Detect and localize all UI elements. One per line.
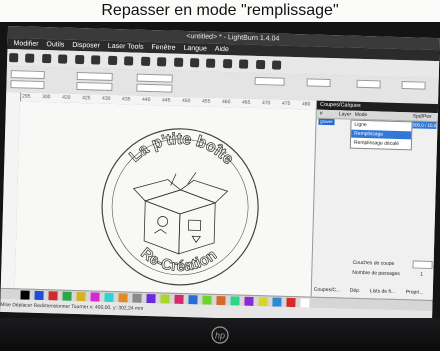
layer-speed-power: 500,0 / 10,0 [412, 121, 437, 130]
pass-count-label: Nombre de passages [352, 269, 400, 278]
palette-swatch[interactable] [216, 295, 226, 306]
menu-item-outils[interactable]: Outils [46, 39, 64, 50]
laser-icon[interactable] [255, 59, 266, 70]
ruler-tick: 435 [121, 96, 131, 103]
zoom-out-icon[interactable] [173, 57, 183, 67]
ruler-tick: 425 [82, 95, 91, 102]
logo-top-text: La p'tite boîte [126, 129, 237, 168]
ruler-tick: 470 [261, 100, 271, 107]
menu-item-modifier[interactable]: Modifier [13, 38, 38, 50]
palette-swatch[interactable] [20, 290, 30, 300]
width-percent-input[interactable] [136, 73, 173, 83]
height-percent-input[interactable] [136, 83, 173, 93]
copy-icon[interactable] [91, 55, 101, 65]
ruler-tick: 455 [201, 98, 211, 105]
tab-proprietes[interactable]: Propri... [406, 289, 424, 295]
delete-icon[interactable] [124, 56, 134, 66]
new-file-icon[interactable] [9, 53, 19, 63]
ruler-tick: 450 [181, 97, 191, 105]
palette-swatch[interactable] [132, 293, 142, 303]
monitor-screen: <untitled> * - LightBurn 1.4.04 Modifier… [0, 26, 440, 324]
tab-dep[interactable]: Dép. [350, 288, 361, 294]
palette-swatch[interactable] [300, 298, 310, 308]
undo-icon[interactable] [74, 54, 85, 65]
palette-swatch[interactable] [76, 292, 86, 302]
tools-icon[interactable] [272, 60, 282, 70]
tab-lists[interactable]: Lists de fi... [370, 288, 395, 295]
palette-swatch[interactable] [174, 294, 184, 305]
mode-option-remplissage-decale[interactable]: Remplissage décalé [351, 139, 411, 149]
font-height-input[interactable] [306, 78, 331, 88]
y-position-input[interactable] [10, 80, 45, 90]
panel-settings: Couches de coupe Nombre de passages 1 Co… [312, 255, 435, 300]
save-icon[interactable] [41, 53, 52, 64]
hspace-input[interactable] [356, 79, 381, 89]
svg-text:hp: hp [215, 331, 225, 341]
palette-swatch[interactable] [230, 296, 240, 306]
cut-count-label: Couches de coupe [352, 259, 395, 267]
zoom-fit-icon[interactable] [189, 58, 200, 68]
tab-coupes[interactable]: Coupes/C... [314, 287, 341, 294]
palette-swatch[interactable] [90, 292, 100, 302]
ruler-tick: 430 [102, 95, 111, 102]
camera-icon[interactable] [222, 59, 233, 69]
palette-swatch[interactable] [104, 292, 114, 303]
palette-swatch[interactable] [118, 293, 128, 303]
open-icon[interactable] [25, 53, 35, 63]
settings-icon[interactable] [239, 59, 249, 69]
ruler-tick: 475 [281, 100, 291, 107]
menu-item-langue[interactable]: Langue [183, 43, 207, 55]
width-input[interactable] [76, 71, 113, 81]
palette-swatch[interactable] [146, 293, 156, 304]
mode-option-remplissage[interactable]: Remplissage [351, 129, 412, 140]
ruler-tick: 295 [22, 93, 31, 100]
move-icon[interactable] [140, 56, 150, 66]
box-illustration [132, 172, 229, 255]
cuts-layers-panel: Coupes/Calques # Layer Mode Spd/Pwr grav… [310, 100, 440, 301]
zoom-in-icon[interactable] [157, 57, 167, 67]
layer-color-badge: graver [318, 118, 335, 126]
palette-swatch[interactable] [188, 295, 198, 305]
x-position-input[interactable] [10, 70, 45, 80]
ruler-tick: 480 [301, 101, 311, 108]
menu-item-fenetre[interactable]: Fenêtre [151, 42, 175, 54]
palette-swatch[interactable] [244, 296, 254, 306]
menu-item-disposer[interactable]: Disposer [72, 40, 100, 52]
palette-swatch[interactable] [34, 290, 44, 301]
design-canvas[interactable]: La p'tite boîte Re-Création [14, 101, 316, 297]
palette-swatch[interactable] [160, 294, 170, 304]
cut-count-input[interactable] [412, 260, 433, 269]
align-x-select[interactable] [401, 81, 426, 90]
logo-artwork[interactable]: La p'tite boîte Re-Création [93, 122, 268, 293]
font-select[interactable] [254, 76, 285, 86]
col-number: # [319, 110, 323, 117]
frame-icon[interactable] [206, 58, 216, 68]
height-input[interactable] [76, 81, 113, 91]
ruler-tick: 440 [141, 96, 151, 104]
palette-swatch[interactable] [258, 297, 268, 307]
mode-dropdown[interactable]: Ligne Remplissage Remplissage décalé [349, 119, 413, 151]
paste-icon[interactable] [107, 55, 117, 66]
palette-swatch[interactable] [48, 291, 58, 301]
caption-text: Repasser en mode "remplissage" [0, 0, 440, 22]
ruler-tick: 300 [42, 94, 51, 101]
palette-swatch[interactable] [272, 297, 282, 307]
ruler-tick: 445 [161, 97, 171, 104]
ruler-tick: 460 [221, 99, 231, 106]
palette-swatch[interactable] [202, 295, 212, 305]
monitor-bezel: <untitled> * - LightBurn 1.4.04 Modifier… [0, 22, 440, 351]
mode-option-ligne[interactable]: Ligne [351, 121, 411, 131]
pass-count-value[interactable]: 1 [420, 272, 423, 278]
palette-swatch[interactable] [62, 291, 72, 301]
menu-item-aide[interactable]: Aide [215, 44, 229, 55]
ruler-tick: 420 [62, 94, 71, 101]
palette-swatch[interactable] [286, 297, 296, 308]
ruler-tick: 465 [241, 99, 251, 106]
scan-icon[interactable] [58, 54, 68, 64]
